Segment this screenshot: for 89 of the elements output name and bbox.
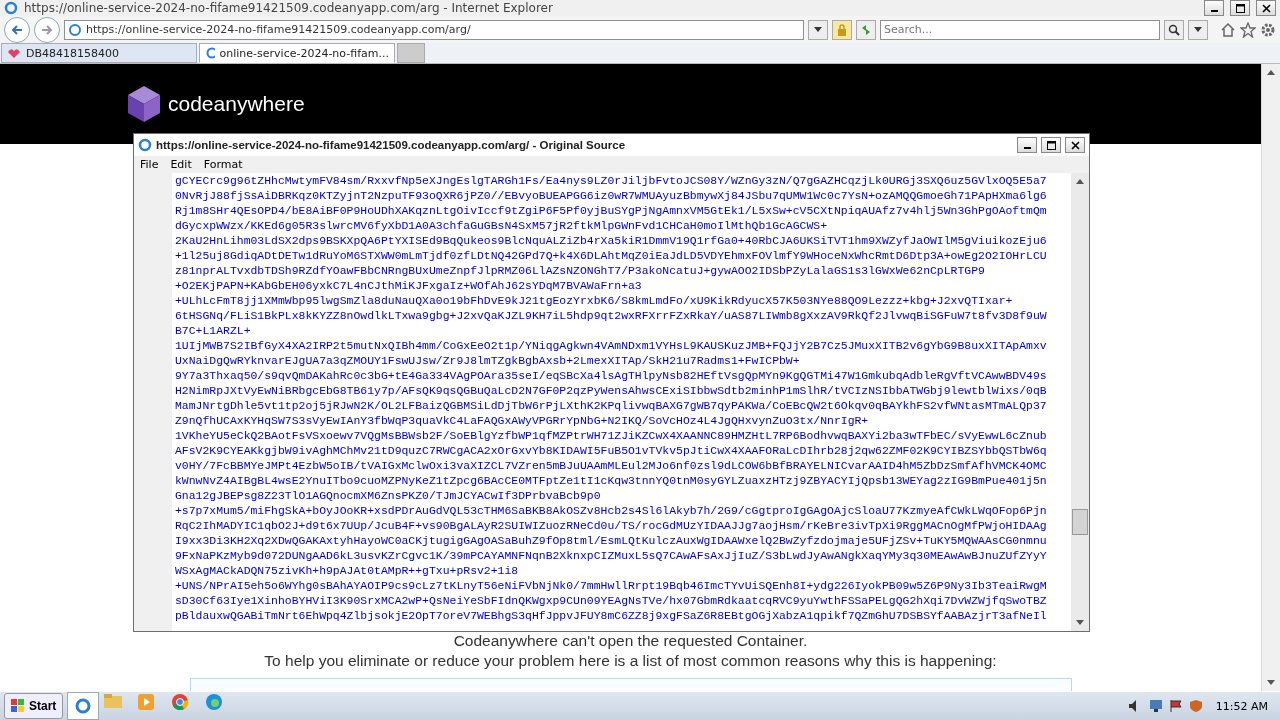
code-line: kWnwNvZ4AIBgBL4wsE2YnuITbo9cuoMZPNyKeZ1tZpcg6BAcCE0MTFptZe1tI1cKqw3tnnYQ0tnM0syGYLZuaxzHTzj9ZBYACYIjQpsb13WEYag2zIG9BmPue401j5n bbox=[175, 473, 1048, 488]
scrollbar[interactable] bbox=[1261, 64, 1280, 691]
minimize-button[interactable] bbox=[1017, 137, 1037, 153]
code-line: B7C+L1ARZL+ bbox=[175, 323, 252, 338]
maximize-button[interactable] bbox=[1041, 137, 1061, 153]
left-arrow-icon bbox=[10, 23, 24, 36]
code-line: +1l25uj8GdiqADtDETw1dRuYoM6STXWW0mLmTjdf0zfLDtNQ42GPd7Q+k4X6DLAhtMqZ0iEaJdLD5VDYEhmxFOVlmfY9WHoceNxWhcRmtD6Dtp3A+owEg2O2IOHrLCU bbox=[175, 248, 1048, 263]
code-line: Rj1m8SHr4QEsOPD4/bE8AiBF0P9HoUDhXAKqznLtgOivIccf9tZgiP6F5Pf0yjBuSYgPjNgAmnxVM5GtEk1/L5xSw+cV5CXtNpiqAUAfz7v4hlj5Wn3GhPgOAoftmQm bbox=[175, 203, 1048, 218]
code-line: Z9nQfhUCAxKYHqSW7S3sVyEwIAnY3fbWqP3quaVkC4LaFAQGxAWyVPGRrYpNbG+N2IKQ/SoVcHOz4L4JgQHxvynZuO3tx/NnrIgR+ bbox=[175, 413, 870, 428]
help-text: To help you eliminate or reduce your problem here is a list of most common reasons why this is happening: bbox=[264, 652, 997, 670]
code-line: gCYECrc9g96tZHhcMwtymFV84sm/RxxvfNp5eXJngEslgTARGh1Fs/Ea4nys9LZ0rJiljbFvtoJCS08Y/WZnGy3zN/Q7gGAZHCqzjLk0URGj3SXQ6uz5GVlxOQ5E5a7 bbox=[175, 173, 1048, 188]
code-line: +ULhLcFmT8jj1XMmWbp95lwgSmZla8duNauQXa0o19bFhDvE9kJ21tgEozYrxbK6/S8kmLmdFo/xU9KikRdyucX57K503NYe88QO9Lezzz+kbg+J2xvQTIxar+ bbox=[175, 293, 1014, 308]
settings-icon[interactable] bbox=[1260, 21, 1276, 38]
ie-icon bbox=[4, 1, 18, 16]
code-line: 9FxNaPKzMyb9d072DUNgAAD6kL3usvKZrCgvc1K/39mPCAYAMNFNqnB2XknxpCIZMuxL5sQ7CAwAFsAxJjIuZ/S3bLwdJyAwANgkXaqYMy3q30MEAwAwBJnuZUfZYyY bbox=[175, 548, 1048, 563]
code-line: v0HY/7FcBBMYeJMPt4EzbW5oIB/tVAIGxMclwOxi3vaXIZCL7VZren5mBJuUAAmMLEul2MJo6nf0zsl9dLCOW6bBfBRAYELNICvarAAID4hM5ZbDzSmfAfhVMCK4OMC bbox=[175, 458, 1048, 473]
code-line: AFsV2K9CYEAKkgjbW9ivAghMChMv21tD9quzC7RWCgACA2xOrGxvYb8KIDAWI5FuB5O1vTVkv5pJtiCwX4XAAFORaLcDIhrb28j2qw62ZMF02K9CYIBZSYbbQSTbW6q bbox=[175, 443, 1048, 458]
window-title: https://online-service-2024-no-fifame91421509.codeanyapp.com/arg/ - Original Source bbox=[156, 139, 627, 151]
address-field[interactable]: https://online-service-2024-no-fifame91421509.codeanyapp.com/arg/ bbox=[64, 19, 804, 40]
code-line: sD30Cf63Iye1XinhoBYHViI3K90SrxMCA2wP+QsNeiYeSbFIdnQKWgxp9CUn09YEAgNsTVe/hx07GbmRdkaatcqRVC9yuYwthFSSaPELgQG2hXqi7DvWZWjfqSwoTBZ bbox=[175, 593, 1048, 608]
home-icon[interactable] bbox=[1220, 21, 1236, 38]
up-arrow-icon bbox=[1267, 70, 1275, 75]
menu-item[interactable]: Format bbox=[203, 158, 243, 171]
flag-icon[interactable] bbox=[1167, 699, 1184, 713]
star-icon[interactable] bbox=[1240, 21, 1256, 38]
code-line: dGycxpWWzx/KKEd6g05R3slwrcMV6fyXbD1A0A3chfaGuGBsN4SxM57jR2ftkMlpGWnFvd1CHCaH0moIlMthQb1GcAGCWS+ bbox=[175, 218, 829, 233]
cube-logo-icon bbox=[126, 85, 162, 123]
code-line: UxNaiDgQwRYknvarEJgUA7a3qZMOUY1FswUJsw/Zr9J8lmTZgkBgbAxsb+2LmexXITAp/SkH21u7Radms1+FwICPbW+ bbox=[175, 353, 801, 368]
caret-icon bbox=[814, 27, 822, 33]
code-line: 0NvRjJ88fjSsAiDBRKqz0KTZyjnT2NzpuTF93oQXR6jPZ0//EBvyoBUEAPGG6iz0wR7WMUAyuzBbmywXj84JSbu7qUMW1Wc0c7YsN+ozAMQQGmoeGh71PApHXma6lg6 bbox=[175, 188, 1048, 203]
up-arrow-icon bbox=[1076, 179, 1084, 184]
back-button[interactable] bbox=[4, 16, 30, 43]
code-line: H2NimRpJXtVyEwNiBRbgcEbG8TB61y7p/AFsQK9qsQGBuQaLcD2N7GF0P2qzPyWensAhwsCExiSIbbwSdtb2minhP1mSlhR/tVCIzNSIbbATWGbj9lewtblWixs/0qB bbox=[175, 383, 1048, 398]
scrollbar[interactable] bbox=[1071, 173, 1089, 631]
code-line: 1UIjMWB7S2IBfGyX4XA2IRP2t5mutNxQIBh4mm/CoGxEeO2t1p/YNiqgAgkwn4VAmNDxm1VYHsL9KAUSKuzJMB+FQJjY2B7Cz5JMuxXITB2v6gYbG9B8uxXITApAmxv bbox=[175, 338, 1048, 353]
minimize-icon bbox=[1210, 10, 1218, 13]
lock-icon bbox=[837, 23, 847, 36]
close-icon bbox=[1261, 3, 1271, 13]
ie-icon bbox=[74, 697, 93, 715]
dropdown-button[interactable] bbox=[1188, 19, 1208, 40]
scroll-thumb[interactable] bbox=[1072, 509, 1088, 535]
ie-icon bbox=[138, 138, 152, 152]
code-line: RqC2IhMADYIC1qbO2J+d9t6x7UUp/JcuB4F+vs90BgALAyR2SUIWIZuozRNeCd0u/TS/rocGdMUzYIDAAJJg7aojHsm/rKeBre3ivTpXi9RggMACnOgMfPWjoHIDAAg bbox=[175, 518, 1048, 533]
browser-tab[interactable]: online-service-2024-no-fifam... bbox=[199, 43, 395, 63]
code-line: pBldauxwQGABiTmNrt6EhWpq4ZlbjsokjE2OpT7oreV7WEBhgS3qHfJppvJFUY8mC6ZZ8j9xgFSaZ6R8EBtgOGjXabzA1qpikf7QZmGhU7DSBSYfAABAzjrT3afNeIl bbox=[175, 608, 1048, 623]
menu-item[interactable]: File bbox=[140, 158, 159, 171]
windows-logo-icon bbox=[11, 699, 25, 713]
code-line: 2KaU2HnLihm03LdSX2dps9BSKXpQA6PtYXISEd9BqQukeos9BlcNquALZiZb4rXa5kiR1DmmV19Q1rfGa0+40RbCJA6UKSiTVT1hm9XWZyfJaOWIlM5gViuikozEju6 bbox=[175, 233, 1048, 248]
close-button[interactable] bbox=[1256, 0, 1276, 17]
taskbar-button[interactable] bbox=[67, 692, 100, 720]
code-line: 6tHSGNq/FLiS1BkPLx8kKYZZ8nOwdlkLTxwa9gbg+J2xvQaKJZL9KH7iL5hdp9qt2wxRFXrrFZxRkaY/uAS87LIWmb8gXxzAV9RkQf2JlvwqBiSGFuW7t8fv3D8f9uW bbox=[175, 308, 1048, 323]
down-arrow-icon bbox=[1076, 620, 1084, 625]
minimize-button[interactable] bbox=[1204, 0, 1224, 17]
browser-tab[interactable]: DB48418158400 bbox=[1, 43, 197, 63]
close-icon bbox=[1070, 140, 1080, 150]
code-line: 9Y7a3Thxaq50/s9qvQmDAKahRc0c3bG+tE4Ga334VAgPOAra35seI/eqSBcXa4lsAgTHlpyNsb82HEftVsgQpMYn9KgQGTMi47W1GmkubqAdbleRgVftVCAwwBDV49s bbox=[175, 368, 1048, 383]
window-title: https://online-service-2024-no-fifame91421509.codeanyapp.com/arg - Internet Explorer bbox=[24, 1, 554, 16]
close-button[interactable] bbox=[1065, 137, 1085, 153]
code-line: +UNS/NPrAI5eh5o6WYhg0sBAhAYAOIP9cs9cLz7tKLnyT56eNiFVbNjNk0/7mmHwllRrpt19Bqb46ImcTYvUiSQEnh8I+ydg226IyokPB09w5Z6P9Ny3Ib3TeaiRwgM bbox=[175, 578, 1048, 593]
code-line: WSxAgMACkADQN75zivKh+h9pAJAt0tAMpR++gTxu+pRsv2+1i8 bbox=[175, 563, 520, 578]
refresh-button[interactable] bbox=[856, 19, 876, 40]
menu-item[interactable]: Edit bbox=[170, 158, 192, 171]
code-line: +O2EKjPAPN+KAbGbEH06yxkC7L4nCJthMiKJFxgaIz+WOfAhJ62sYDqM7BVAWaFrn+a3 bbox=[175, 278, 643, 293]
logo-text: codeanywhere bbox=[168, 92, 305, 116]
code-line: I9xx3Di3KH2Xq2XDwQGAKAxtyhHayoWC0aCKjtugigGAgOASaBuhZ9fOp8tml/EsmLQtKulczAuxWgIDAAWxelQ2BwZyfzdojmaje5UFjZSv+TuKY5MQWAAsCG0nmnu bbox=[175, 533, 1048, 548]
ie-icon bbox=[68, 22, 82, 37]
maximize-icon bbox=[1046, 140, 1056, 150]
heart-icon bbox=[7, 47, 21, 59]
code-line: Gna12gJBEPsg8Z23TlO1AGQnocmXM6ZnsPKZ0/TJmJCYACwIf3DPrbvaBcb9p0 bbox=[175, 488, 602, 503]
caret-icon bbox=[1194, 27, 1202, 33]
forward-button[interactable] bbox=[34, 16, 60, 43]
error-message: Codeanywhere can't open the requested Container. bbox=[453, 632, 808, 650]
refresh-icon bbox=[860, 23, 872, 36]
code-line: 1VKheYU5eCkQ2BAotFsVSxoewv7VQgMsBBWsb2F/SoEBlgYzfbWP1qfMZPtrWH71ZJiKZCwX4XAANNC89HMZHtL7RP6BodhvwqBAXYi2ba3wTFbEC/sVyEwwL6cZnub bbox=[175, 428, 1048, 443]
down-arrow-icon bbox=[1267, 680, 1275, 685]
ie-icon bbox=[205, 47, 215, 59]
code-line: z81nprALTvxdbTDSh9RZdfYOawFBbCNRngBUxUmeZnpfJlpRMZ06LlAZsNZONGhT7/P3akoNcatuJ+gywAOO2IDSbPZyLalaGS1s3lGWxWe62nCpLRTGP9 bbox=[175, 263, 986, 278]
maximize-icon bbox=[1235, 3, 1245, 13]
maximize-button[interactable] bbox=[1230, 0, 1250, 17]
clock: 11:52 AM bbox=[1214, 699, 1269, 713]
right-arrow-icon bbox=[40, 23, 54, 36]
search-icon bbox=[1168, 23, 1180, 36]
dropdown-button[interactable] bbox=[808, 19, 828, 40]
minimize-icon bbox=[1023, 147, 1031, 149]
start-button[interactable]: Start bbox=[4, 693, 64, 719]
code-line: MamJNrtgDhle5vt1tp2oj5jRJwN2K/OL2LFBaizQGBMSiLdDjTbW6rPjLXthK2KPqlivwqBAXG7gWB7qyPAKWa/CoEBcQW2t6Okqv0qBAYkhFS2vfWNtasMTmALQp37 bbox=[175, 398, 1048, 413]
search-field[interactable]: Search... bbox=[880, 19, 1160, 40]
search-button[interactable] bbox=[1164, 19, 1184, 40]
code-line: +s7p7xMum5/miFhgSkA+bOyJOoKR+xsdPDrAuGdVQL53cTHM6SaBKB8AkOSZv8Hcb2s4Sl6lAkyb7h/2G9/cGgtproIgGAgOAjcSloaU77KzmyeAfCWkLWqOFop6Pjn bbox=[175, 503, 1048, 518]
